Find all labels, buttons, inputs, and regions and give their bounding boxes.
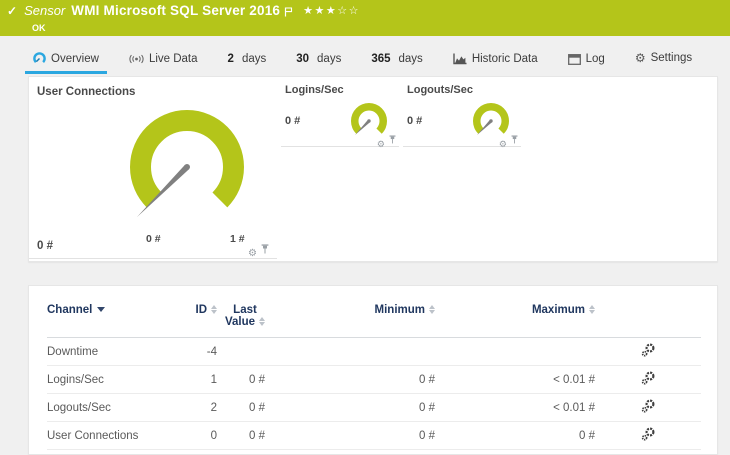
sensor-header: ✓ Sensor WMI Microsoft SQL Server 2016 ★… [0, 0, 730, 36]
channel-id: -4 [177, 337, 217, 366]
sort-toggle-icon[interactable] [259, 317, 266, 327]
tab-overview[interactable]: Overview [25, 48, 107, 74]
channel-settings-gears-icon[interactable] [641, 343, 656, 360]
channel-id: 2 [177, 393, 217, 422]
channel-last-value [217, 337, 279, 366]
pin-icon[interactable] [389, 131, 396, 149]
tab-365-days-unit: days [398, 53, 423, 65]
tab-2-days-unit: days [241, 53, 267, 65]
sort-toggle-icon[interactable] [589, 305, 595, 315]
column-header-channel[interactable]: Channel [47, 304, 177, 338]
tab-settings[interactable]: ⚙ Settings [627, 47, 700, 74]
channel-last-value: 0 # [217, 393, 279, 422]
gauge-widget-logins-sec[interactable]: Logins/Sec 0 # ⚙ [281, 77, 399, 149]
tab-365-days[interactable]: 365 days [363, 49, 430, 74]
gauge-title: Logouts/Sec [407, 84, 474, 96]
user-connections-gauge[interactable] [127, 107, 247, 227]
object-kind-label: Sensor [24, 3, 66, 18]
column-header-actions [595, 304, 701, 338]
channel-name: Logins/Sec [47, 365, 177, 394]
id-header-label[interactable]: ID [196, 304, 208, 316]
tab-365-days-number: 365 [371, 53, 391, 65]
tab-log-label: Log [585, 53, 605, 65]
gauge-settings-gear-icon[interactable]: ⚙ [377, 140, 385, 149]
last-value-header-label[interactable]: Last Value [225, 304, 257, 328]
channel-last-value: 0 # [217, 421, 279, 450]
sensor-status-badge: OK [32, 23, 46, 33]
tab-30-days-unit: days [317, 53, 342, 65]
channel-name: User Connections [47, 421, 177, 450]
channels-panel: Channel ID Last Value Minimum Maximum Do… [28, 285, 718, 455]
gauge-widget-user-connections[interactable]: User Connections 0 # 1 # 0 # ⚙ [29, 77, 277, 259]
gear-icon: ⚙ [634, 51, 646, 65]
broadcast-icon [129, 54, 144, 64]
tab-historic-data[interactable]: Historic Data [445, 49, 546, 74]
tab-live-data-label: Live Data [148, 53, 198, 65]
gauge-current-value: 0 # [285, 115, 301, 127]
prtg-sensor-page: ✓ Sensor WMI Microsoft SQL Server 2016 ★… [0, 0, 730, 455]
gauge-settings-gear-icon[interactable]: ⚙ [499, 140, 507, 149]
log-window-icon [567, 53, 581, 65]
gauge-title: Logins/Sec [285, 84, 344, 96]
flag-icon[interactable] [284, 4, 293, 22]
tab-bar: Overview Live Data 2 days 30 days 365 da… [25, 50, 730, 74]
column-header-maximum[interactable]: Maximum [435, 304, 595, 338]
tab-live-data[interactable]: Live Data [121, 49, 206, 74]
channel-minimum: 0 # [279, 393, 435, 422]
pin-icon[interactable] [511, 131, 518, 149]
channel-settings-gears-icon[interactable] [641, 399, 656, 416]
status-check-icon: ✓ [7, 4, 18, 18]
channel-header-label[interactable]: Channel [47, 304, 92, 316]
minimum-header-label[interactable]: Minimum [375, 304, 425, 316]
channel-minimum [279, 337, 435, 366]
channel-name: Downtime [47, 337, 177, 366]
table-row: Logins/Sec 1 0 # 0 # < 0.01 # [47, 365, 701, 394]
table-row: Logouts/Sec 2 0 # 0 # < 0.01 # [47, 393, 701, 422]
gauges-panel: User Connections 0 # 1 # 0 # ⚙ Logins/Se… [28, 76, 718, 262]
channel-settings-gears-icon[interactable] [641, 371, 656, 388]
gauge-icon [33, 52, 46, 65]
sensor-title: WMI Microsoft SQL Server 2016 [71, 3, 281, 18]
channel-maximum: < 0.01 # [435, 365, 595, 394]
gauge-title: User Connections [37, 86, 136, 98]
channel-id: 0 [177, 421, 217, 450]
table-row: Downtime -4 [47, 337, 701, 366]
sort-toggle-icon[interactable] [211, 305, 217, 315]
maximum-header-label[interactable]: Maximum [532, 304, 585, 316]
gauge-current-value: 0 # [407, 115, 423, 127]
tab-30-days[interactable]: 30 days [288, 49, 349, 74]
tab-historic-data-label: Historic Data [471, 53, 538, 65]
channel-id: 1 [177, 365, 217, 394]
channels-table: Channel ID Last Value Minimum Maximum Do… [47, 304, 701, 450]
channel-minimum: 0 # [279, 421, 435, 450]
sort-active-desc-icon [97, 307, 106, 313]
gauge-scale-max: 1 # [230, 233, 245, 245]
tab-settings-label: Settings [650, 52, 693, 64]
tab-2-days[interactable]: 2 days [220, 49, 275, 74]
column-header-last-value[interactable]: Last Value [217, 304, 279, 338]
pin-icon[interactable] [261, 241, 269, 259]
area-chart-icon [453, 53, 467, 65]
channel-settings-gears-icon[interactable] [641, 427, 656, 444]
tab-log[interactable]: Log [560, 49, 613, 74]
channel-maximum [435, 337, 595, 366]
table-row: User Connections 0 0 # 0 # 0 # [47, 421, 701, 450]
channel-maximum: < 0.01 # [435, 393, 595, 422]
gauge-widget-logouts-sec[interactable]: Logouts/Sec 0 # ⚙ [403, 77, 521, 149]
tab-overview-label: Overview [51, 52, 99, 65]
priority-stars[interactable]: ★★★☆☆ [303, 4, 360, 17]
channel-last-value: 0 # [217, 365, 279, 394]
gauge-current-value: 0 # [37, 240, 53, 252]
tab-2-days-number: 2 [227, 53, 234, 65]
channel-name: Logouts/Sec [47, 393, 177, 422]
column-header-id[interactable]: ID [177, 304, 217, 338]
sort-toggle-icon[interactable] [429, 305, 435, 315]
gauge-settings-gear-icon[interactable]: ⚙ [248, 249, 257, 259]
channel-maximum: 0 # [435, 421, 595, 450]
gauge-scale-min: 0 # [146, 233, 161, 245]
channel-minimum: 0 # [279, 365, 435, 394]
column-header-minimum[interactable]: Minimum [279, 304, 435, 338]
tab-30-days-number: 30 [296, 53, 310, 65]
